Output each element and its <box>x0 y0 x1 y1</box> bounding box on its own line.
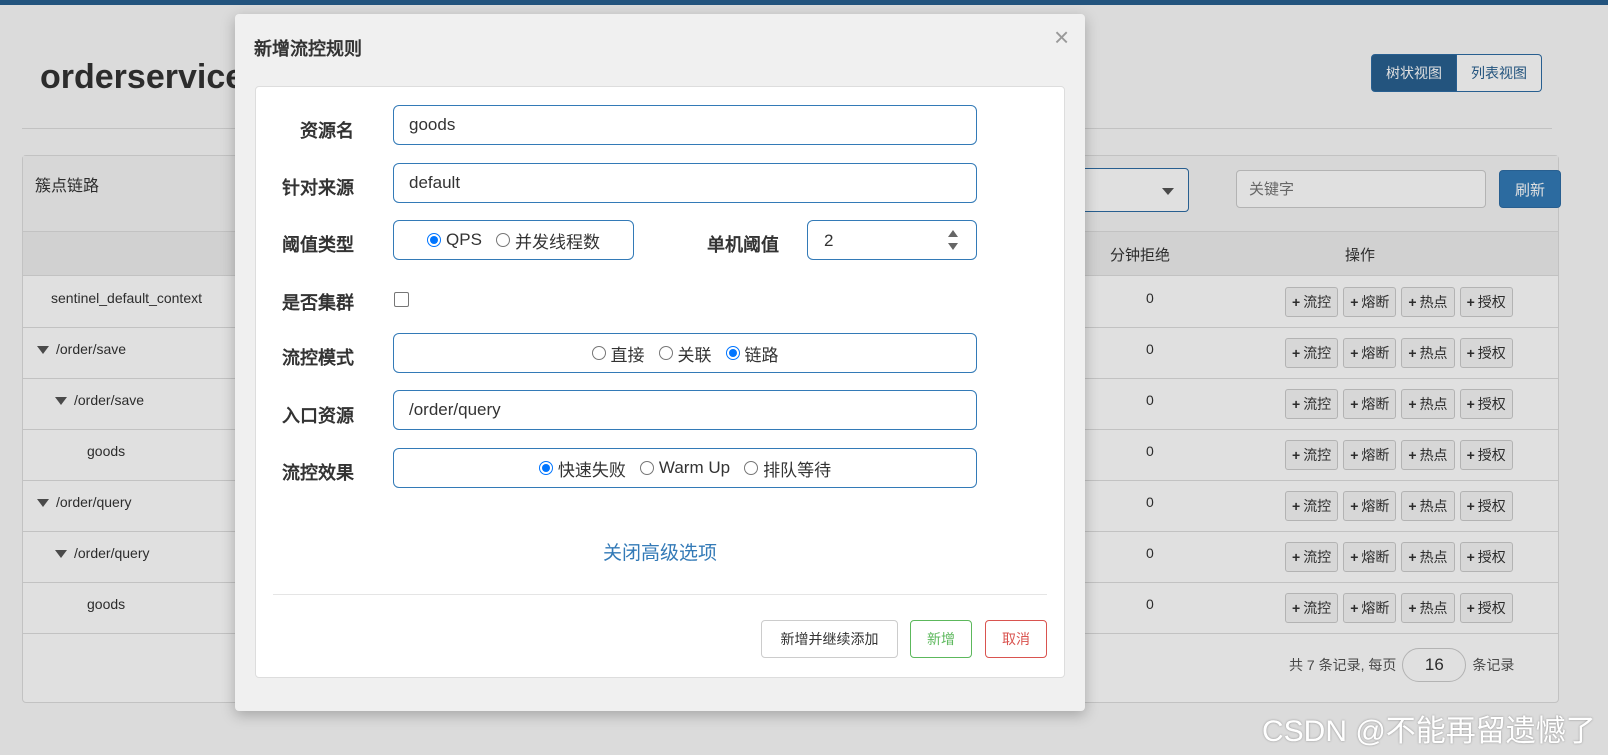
count-value: 2 <box>824 231 834 250</box>
radio-label: 快速失败 <box>557 460 626 480</box>
grade-radio-group: QPS 并发线程数 <box>393 220 634 260</box>
watermark: CSDN @不能再留遗憾了 <box>1262 715 1596 748</box>
strategy-radio-group: 直接 关联 链路 <box>393 333 977 373</box>
behavior-option[interactable]: 排队等待 <box>744 456 831 481</box>
radio-button[interactable] <box>591 346 606 360</box>
ref-resource-label: 入口资源 <box>282 406 354 426</box>
close-icon[interactable]: × <box>1054 24 1069 50</box>
form-divider <box>273 594 1047 595</box>
limit-app-label: 针对来源 <box>282 178 354 198</box>
radio-button[interactable] <box>495 233 510 247</box>
strategy-label: 流控模式 <box>282 348 354 368</box>
behavior-radio-group: 快速失败 Warm Up 排队等待 <box>393 448 977 488</box>
radio-label: 链路 <box>744 345 779 365</box>
count-label: 单机阈值 <box>707 235 779 255</box>
increment-icon[interactable] <box>948 230 958 237</box>
cluster-label: 是否集群 <box>282 293 354 313</box>
resource-label: 资源名 <box>300 121 354 141</box>
radio-button[interactable] <box>744 461 759 475</box>
decrement-icon[interactable] <box>948 243 958 250</box>
radio-button[interactable] <box>427 233 442 247</box>
strategy-option[interactable]: 直接 <box>591 341 645 366</box>
limit-app-input[interactable] <box>393 163 977 203</box>
cluster-checkbox[interactable] <box>394 292 409 307</box>
strategy-option[interactable]: 链路 <box>725 341 779 366</box>
radio-label: 关联 <box>677 345 712 365</box>
ref-resource-input[interactable] <box>393 390 977 430</box>
dialog-title: 新增流控规则 <box>254 39 362 59</box>
radio-button[interactable] <box>725 346 740 360</box>
grade-option[interactable]: 并发线程数 <box>495 228 600 253</box>
grade-option[interactable]: QPS <box>427 230 482 250</box>
radio-button[interactable] <box>658 346 673 360</box>
close-advanced-options-link[interactable]: 关闭高级选项 <box>256 538 1064 565</box>
radio-button[interactable] <box>639 461 654 475</box>
add-and-continue-button[interactable]: 新增并继续添加 <box>761 620 898 658</box>
strategy-option[interactable]: 关联 <box>658 341 712 366</box>
behavior-option[interactable]: 快速失败 <box>538 456 626 481</box>
behavior-label: 流控效果 <box>282 463 354 483</box>
add-button[interactable]: 新增 <box>910 620 972 658</box>
radio-label: 直接 <box>610 345 645 365</box>
grade-label: 阈值类型 <box>282 235 354 255</box>
resource-input[interactable] <box>393 105 977 145</box>
rule-form: 资源名 针对来源 阈值类型 QPS并发线程数 单机阈值 2 是否集群 流控模式 … <box>255 86 1065 678</box>
radio-label: 排队等待 <box>763 460 832 480</box>
behavior-option[interactable]: Warm Up <box>639 458 731 478</box>
radio-button[interactable] <box>538 461 553 475</box>
count-stepper[interactable]: 2 <box>807 220 977 260</box>
cancel-button[interactable]: 取消 <box>985 620 1047 658</box>
radio-label: Warm Up <box>658 458 731 477</box>
add-flow-rule-dialog: 新增流控规则 × 资源名 针对来源 阈值类型 QPS 并发线程数 单机阈值 2 是… <box>235 14 1085 711</box>
radio-label: QPS <box>446 230 482 249</box>
radio-label: 并发线程数 <box>514 232 600 252</box>
